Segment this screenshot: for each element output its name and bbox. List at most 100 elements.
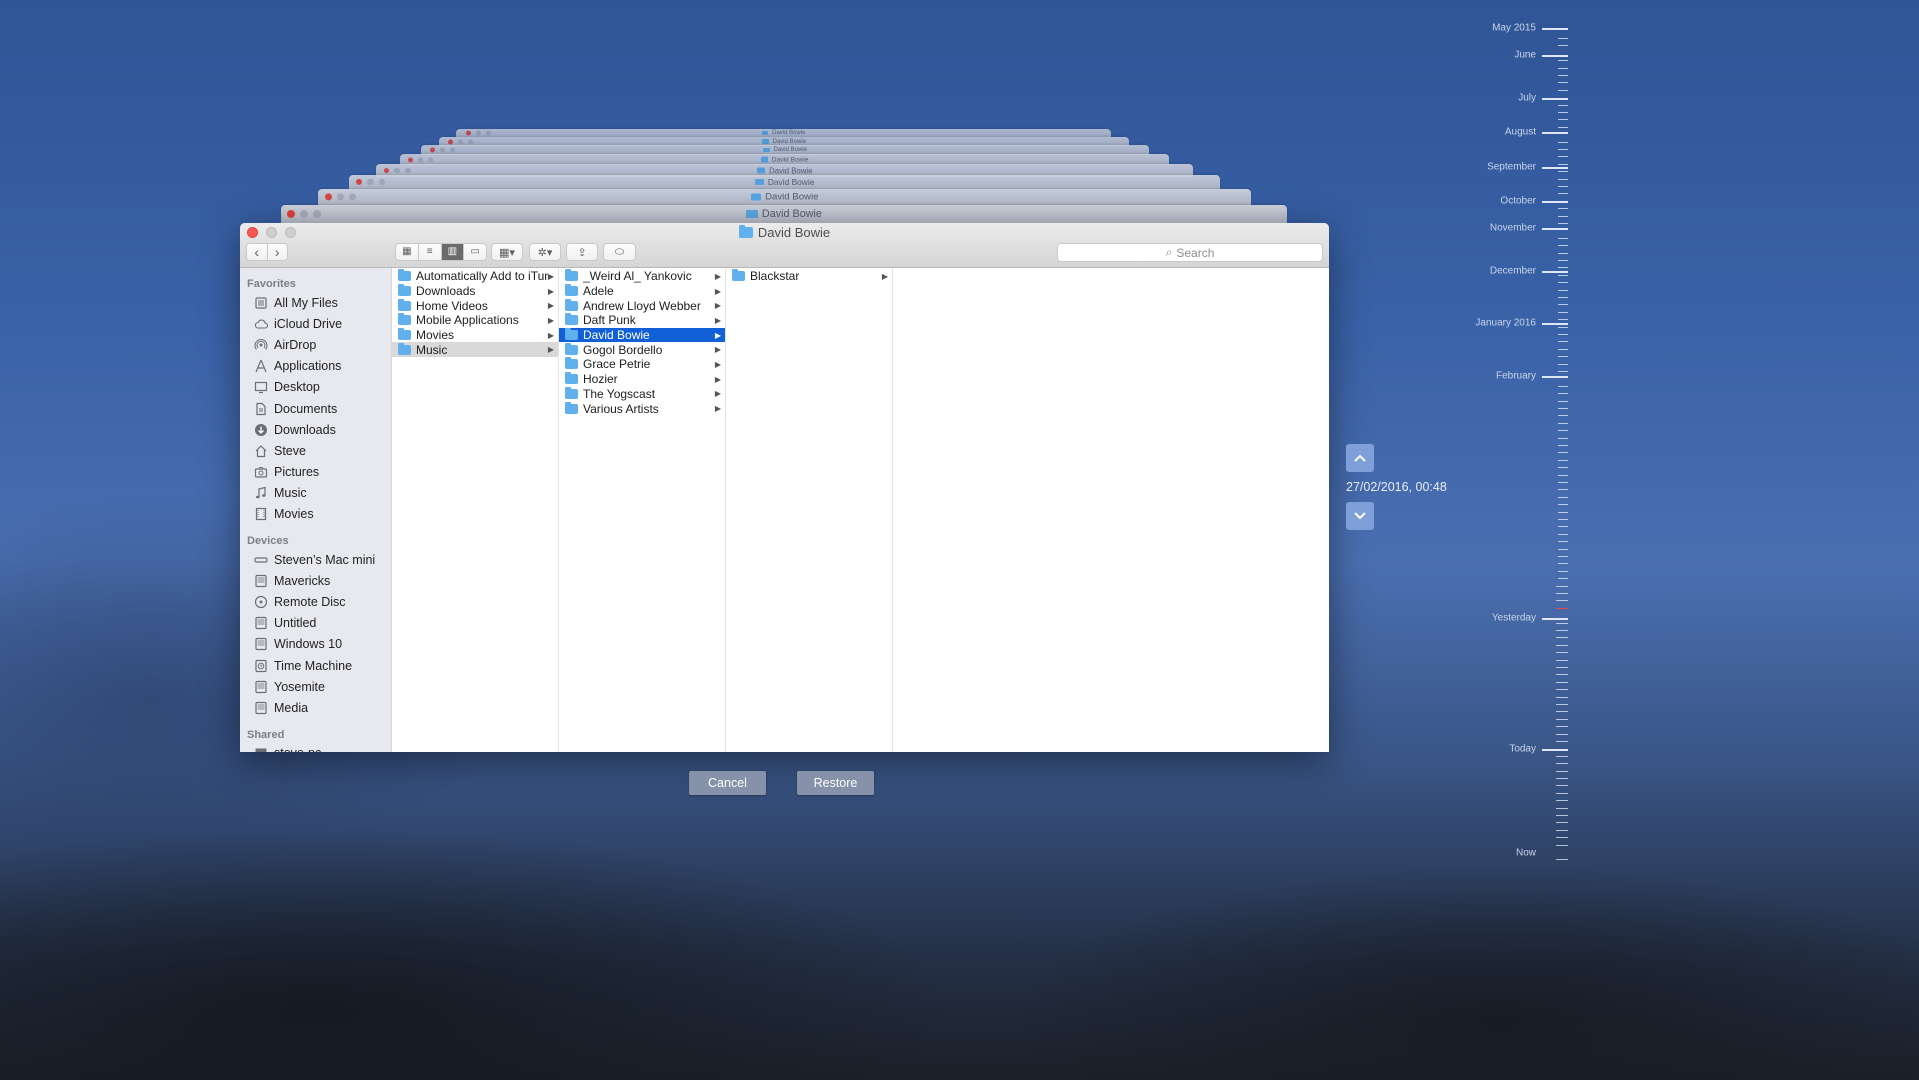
timeline-label[interactable]: July [1518, 93, 1536, 104]
timeline-tick [1558, 45, 1568, 46]
column-view-button[interactable]: ▥ [440, 244, 464, 260]
sidebar-item-documents[interactable]: Documents [240, 398, 391, 419]
back-button[interactable]: ‹ [247, 244, 267, 260]
navigation-buttons: ‹ › [246, 243, 288, 261]
sidebar-item-applications[interactable]: Applications [240, 356, 391, 377]
folder-row[interactable]: Grace Petrie ▶ [559, 357, 725, 372]
sidebar-item-airdrop[interactable]: AirDrop [240, 334, 391, 355]
forward-button[interactable]: › [266, 244, 288, 260]
sidebar-item-label: Untitled [274, 616, 317, 631]
disk-icon [254, 680, 268, 694]
timeline-label[interactable]: August [1505, 127, 1536, 138]
sidebar-device-remote-disc[interactable]: Remote Disc [240, 591, 391, 612]
folder-icon [565, 372, 578, 385]
timeline-label[interactable]: Yesterday [1492, 613, 1536, 624]
folder-row[interactable]: Home Videos ▶ [392, 298, 558, 313]
history-window[interactable]: David Bowie [456, 129, 1111, 137]
arrange-button[interactable]: ▦▾ [491, 243, 523, 261]
sidebar-item-movies[interactable]: Movies [240, 504, 391, 525]
history-window[interactable]: David Bowie [349, 175, 1220, 189]
folder-icon [565, 298, 578, 311]
folder-row[interactable]: Blackstar ▶ [726, 269, 892, 284]
timeline-label[interactable]: May 2015 [1492, 23, 1536, 34]
folder-row[interactable]: Gogol Bordello ▶ [559, 342, 725, 357]
timeline-tick [1556, 837, 1568, 838]
folder-row[interactable]: The Yogscast ▶ [559, 386, 725, 402]
view-mode-segmented-control: ▦ ≡ ▥ ▭ [395, 243, 487, 261]
list-view-button[interactable]: ≡ [417, 244, 441, 260]
sidebar-device-mavericks[interactable]: Mavericks [240, 570, 391, 591]
sidebar-device-media[interactable]: Media [240, 697, 391, 718]
sidebar-item-all-my-files[interactable]: All My Files [240, 292, 391, 313]
folder-row[interactable]: Movies ▶ [392, 328, 558, 343]
sidebar-item-music[interactable]: Music [240, 483, 391, 504]
folder-icon [398, 269, 411, 282]
folder-row[interactable]: Daft Punk ▶ [559, 313, 725, 328]
sidebar-item-desktop[interactable]: Desktop [240, 377, 391, 398]
sidebar-item-label: AirDrop [274, 337, 317, 352]
sidebar-device-time-machine[interactable]: Time Machine [240, 655, 391, 676]
timeline-label[interactable]: June [1514, 50, 1536, 61]
cloud-icon [254, 317, 268, 331]
sidebar-shared-steve-pc[interactable]: steve-pc [240, 743, 391, 752]
search-field[interactable]: ⌕ Search [1057, 243, 1323, 262]
timeline-label[interactable]: November [1490, 223, 1536, 234]
folder-row[interactable]: Music ▶ [392, 342, 558, 358]
timeline-tick [1558, 386, 1568, 387]
history-window[interactable]: David Bowie [318, 189, 1251, 205]
backup-timeline[interactable]: May 2015 June July August September October No… [1460, 0, 1568, 1080]
home-icon [254, 444, 268, 458]
timeline-tick [1558, 105, 1568, 106]
sidebar-item-steve[interactable]: Steve [240, 440, 391, 461]
timeline-tick [1558, 238, 1568, 239]
timeline-label[interactable]: October [1500, 196, 1536, 207]
search-icon: ⌕ [1165, 245, 1173, 259]
timeline-tick [1556, 704, 1568, 705]
timeline-label[interactable]: Today [1509, 744, 1536, 755]
timeline-label[interactable]: February [1496, 371, 1536, 382]
sidebar-device-windows-10[interactable]: Windows 10 [240, 634, 391, 655]
timeline-label[interactable]: December [1490, 266, 1536, 277]
timeline-tick [1558, 90, 1568, 91]
timeline-tick [1556, 593, 1568, 594]
restore-button[interactable]: Restore [797, 771, 874, 795]
sidebar-device-steven-s-mac-mini[interactable]: Steven’s Mac mini [240, 549, 391, 570]
share-button[interactable]: ⇪ [566, 243, 598, 261]
folder-row[interactable]: David Bowie ▶ [559, 327, 725, 343]
folder-icon [754, 178, 764, 186]
timeline-tick [1558, 393, 1568, 394]
timeline-label[interactable]: September [1487, 162, 1536, 173]
folder-row[interactable]: Various Artists ▶ [559, 401, 725, 416]
folder-row[interactable]: Adele ▶ [559, 284, 725, 299]
folder-row[interactable]: Hozier ▶ [559, 372, 725, 387]
timeline-tick [1558, 578, 1568, 579]
history-window-title: David Bowie [456, 130, 1111, 136]
cancel-button[interactable]: Cancel [689, 771, 766, 795]
timeline-tick [1558, 497, 1568, 498]
folder-row[interactable]: Downloads ▶ [392, 284, 558, 299]
timeline-label[interactable]: Now [1516, 848, 1536, 859]
history-window-title-text: David Bowie [765, 191, 819, 203]
sidebar-item-pictures[interactable]: Pictures [240, 462, 391, 483]
cover-flow-button[interactable]: ▭ [463, 244, 486, 260]
folder-row[interactable]: Mobile Applications ▶ [392, 313, 558, 328]
folder-row[interactable]: Automatically Add to iTunes▶ [392, 269, 558, 284]
history-window[interactable]: David Bowie [281, 205, 1287, 223]
window-title: David Bowie [240, 225, 1329, 240]
folder-row[interactable]: _Weird Al_ Yankovic ▶ [559, 269, 725, 284]
action-button[interactable]: ✲▾ [529, 243, 561, 261]
timeline-tick [1556, 711, 1568, 712]
folder-icon [760, 156, 768, 163]
sidebar-item-downloads[interactable]: Downloads [240, 419, 391, 440]
sidebar-item-label: Time Machine [274, 658, 353, 673]
sidebar-device-yosemite[interactable]: Yosemite [240, 676, 391, 697]
timeline-label[interactable]: January 2016 [1475, 318, 1536, 329]
tags-button[interactable]: ⬭ [603, 243, 636, 261]
timeline-tick [1558, 208, 1568, 209]
sidebar-item-icloud-drive[interactable]: iCloud Drive [240, 313, 391, 334]
time-forward-button[interactable] [1346, 502, 1374, 530]
time-back-button[interactable] [1346, 444, 1374, 472]
icon-view-button[interactable]: ▦ [396, 244, 418, 260]
sidebar-device-untitled[interactable]: Untitled [240, 613, 391, 634]
folder-row[interactable]: Andrew Lloyd Webber ▶ [559, 298, 725, 313]
